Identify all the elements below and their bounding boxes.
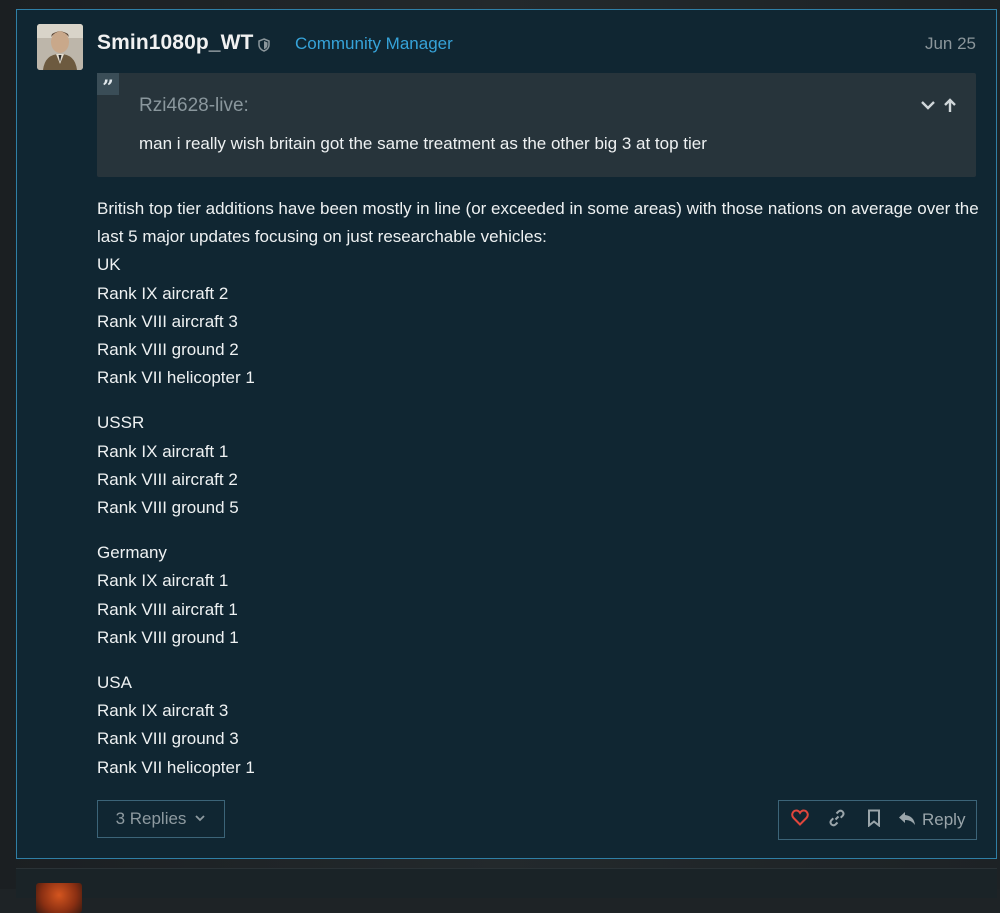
chevron-down-icon <box>194 809 206 829</box>
nation-group-uk: UK Rank IX aircraft 2 Rank VIII aircraft… <box>97 251 982 392</box>
nation-label: USSR <box>97 413 145 433</box>
like-button[interactable] <box>781 801 818 839</box>
nation-group-germany: Germany Rank IX aircraft 1 Rank VIII air… <box>97 539 982 652</box>
quote-controls <box>920 95 958 115</box>
post-date[interactable]: Jun 25 <box>925 34 976 54</box>
list-item: Rank IX aircraft 1 <box>97 441 229 461</box>
heart-icon <box>790 809 809 831</box>
quote-author[interactable]: Rzi4628-live: <box>139 95 249 117</box>
list-item: Rank VIII aircraft 2 <box>97 469 238 489</box>
list-item: Rank VIII ground 1 <box>97 627 239 647</box>
list-item: Rank VIII ground 3 <box>97 729 239 749</box>
quote-icon: ” <box>97 73 119 99</box>
nation-label: UK <box>97 255 121 275</box>
list-item: Rank IX aircraft 1 <box>97 571 229 591</box>
nation-group-usa: USA Rank IX aircraft 3 Rank VIII ground … <box>97 669 982 782</box>
avatar[interactable] <box>37 24 83 70</box>
reply-label: Reply <box>922 810 966 829</box>
avatar[interactable] <box>36 883 82 913</box>
list-item: Rank VII helicopter 1 <box>97 368 255 388</box>
list-item: Rank VIII ground 2 <box>97 340 239 360</box>
list-item: Rank VIII aircraft 1 <box>97 599 238 619</box>
link-icon <box>828 809 846 832</box>
post-intro: British top tier additions have been mos… <box>97 199 979 247</box>
share-link-button[interactable] <box>818 801 855 839</box>
show-replies-button[interactable]: 3 Replies <box>97 800 225 838</box>
next-post-preview <box>16 868 997 913</box>
forum-post: Smin1080p_WT Community Manager Jun 25 ” … <box>16 9 997 859</box>
arrow-up-icon[interactable] <box>942 97 958 113</box>
post-body: British top tier additions have been mos… <box>97 195 982 799</box>
post-actions: Reply <box>778 800 977 840</box>
quote-block: ” Rzi4628-live: man i really wish britai… <box>97 73 976 177</box>
bookmark-icon <box>867 809 881 832</box>
user-title[interactable]: Community Manager <box>295 34 453 54</box>
list-item: Rank VII helicopter 1 <box>97 757 255 777</box>
list-item: Rank IX aircraft 3 <box>97 701 229 721</box>
quote-text: man i really wish britain got the same t… <box>139 134 707 153</box>
nation-label: Germany <box>97 543 167 563</box>
nation-label: USA <box>97 673 132 693</box>
list-item: Rank VIII aircraft 3 <box>97 311 238 331</box>
bookmark-button[interactable] <box>855 801 892 839</box>
replies-label: 3 Replies <box>115 809 187 828</box>
reply-button[interactable]: Reply <box>898 810 965 831</box>
list-item: Rank VIII ground 5 <box>97 498 239 518</box>
nation-group-ussr: USSR Rank IX aircraft 1 Rank VIII aircra… <box>97 409 982 522</box>
chevron-down-icon[interactable] <box>920 97 936 113</box>
shield-icon <box>257 38 271 52</box>
username[interactable]: Smin1080p_WT <box>97 31 253 55</box>
reply-arrow-icon <box>898 810 916 831</box>
list-item: Rank IX aircraft 2 <box>97 283 229 303</box>
